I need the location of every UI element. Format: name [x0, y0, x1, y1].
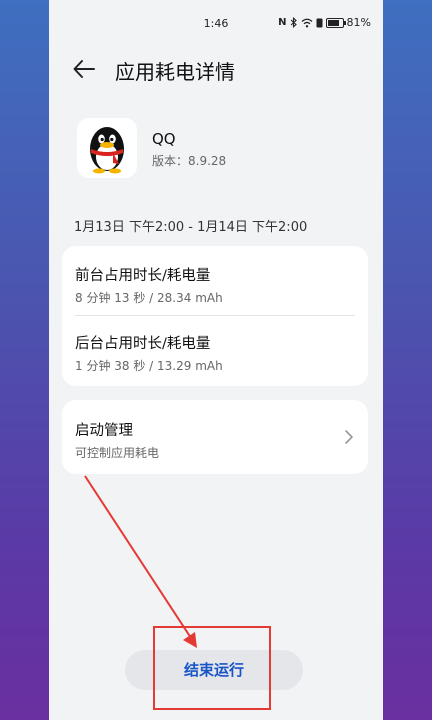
annotation-arrow-icon [84, 475, 197, 648]
phone-screen: 1:46 N 81% 应用耗电详情 QQ 版本：8.9.28 1月13日 下午2… [49, 0, 383, 720]
